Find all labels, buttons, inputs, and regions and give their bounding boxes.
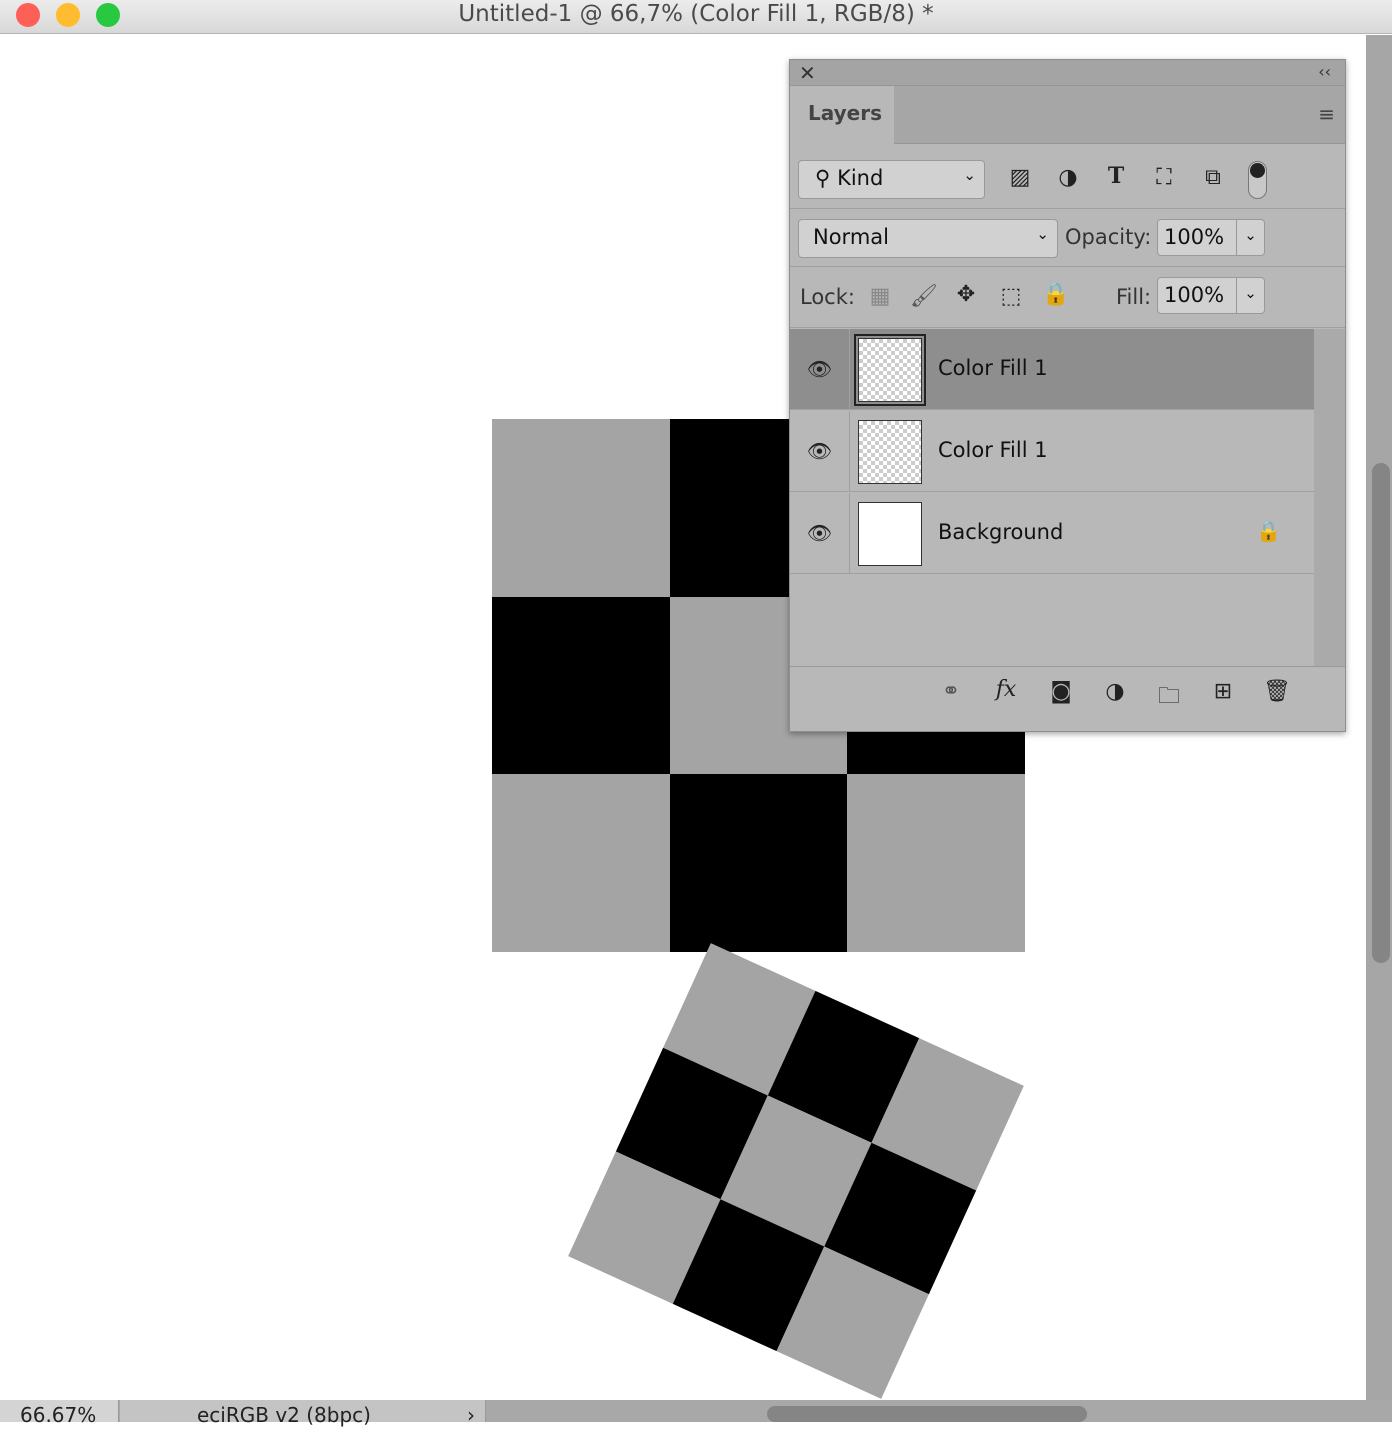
filter-toggle[interactable] [1248,161,1267,199]
double-chevron-left-icon[interactable]: ‹‹ [1318,62,1331,81]
layer-thumbnail [854,334,926,406]
lock-transparent-pixels-icon[interactable]: ▦ [866,284,894,309]
chevron-down-icon: ⌄ [1036,225,1049,243]
lock-label: Lock: [800,285,855,309]
eye-icon[interactable]: 👁 [790,411,850,491]
color-profile-label: eciRGB v2 (8bpc) [197,1403,371,1427]
layer-row[interactable]: 👁 Background 🔒 [790,493,1314,574]
shape-layer-filter-icon[interactable]: ⛶ [1150,165,1178,190]
pixel-layer-filter-icon[interactable]: ▨ [1006,165,1034,190]
filter-kind-label: Kind [837,166,884,190]
folder-icon[interactable]: 🗀 [1155,679,1183,717]
layers-scrollbar[interactable] [1314,329,1345,666]
search-icon: ⚲ [815,166,831,190]
window-title: Untitled-1 @ 66,7% (Color Fill 1, RGB/8)… [458,1,934,27]
lock-image-pixels-brush-icon[interactable]: 🖌 [910,284,938,309]
eye-icon[interactable]: 👁 [790,493,850,573]
color-profile[interactable]: eciRGB v2 (8bpc) › [120,1400,486,1427]
title-bar: Untitled-1 @ 66,7% (Color Fill 1, RGB/8)… [0,0,1392,34]
zoom-window-button[interactable] [96,3,120,27]
blend-mode-dropdown[interactable]: Normal ⌄ [798,219,1058,258]
chevron-down-icon: ⌄ [963,166,976,184]
adjustment-layer-filter-icon[interactable]: ◑ [1054,165,1082,190]
close-window-button[interactable] [16,3,40,27]
eye-icon[interactable]: 👁 [790,329,850,409]
fill-chevron-down-icon[interactable]: ⌄ [1236,278,1264,313]
opacity-field[interactable]: 100% ⌄ [1157,219,1265,256]
layer-thumbnail [858,502,922,566]
status-menu-arrow[interactable]: › [467,1400,475,1430]
lock-position-move-icon[interactable]: ✥ [952,282,980,307]
layer-name: Background [938,520,1064,544]
horizontal-scroll-thumb[interactable] [767,1406,1087,1422]
opacity-chevron-down-icon[interactable]: ⌄ [1236,220,1264,255]
hamburger-menu-icon[interactable]: ≡ [1318,102,1335,126]
smart-object-filter-icon[interactable]: ⧉ [1199,165,1227,190]
trash-icon[interactable]: 🗑 [1263,679,1291,704]
new-layer-icon[interactable]: ⊞ [1209,679,1237,704]
fx-icon[interactable]: fx [992,677,1020,702]
tab-layers[interactable]: Layers [790,86,894,144]
type-layer-filter-icon[interactable]: T [1102,163,1130,189]
filter-kind-dropdown[interactable]: ⚲ Kind ⌄ [798,160,985,199]
layer-name: Color Fill 1 [938,438,1048,462]
layer-row[interactable]: 👁 Color Fill 1 [790,329,1314,410]
fill-label: Fill: [1116,285,1152,309]
add-mask-icon[interactable]: ◙ [1047,679,1075,704]
opacity-label: Opacity: [1065,225,1152,249]
minimize-window-button[interactable] [56,3,80,27]
lock-all-icon[interactable]: 🔒 [1042,282,1070,307]
rotated-checkerboard-shape [568,943,1024,1399]
layer-thumbnail [858,420,922,484]
opacity-value: 100% [1164,225,1225,249]
status-bar: 66.67% eciRGB v2 (8bpc) › [0,1400,1392,1427]
blend-mode-value: Normal [813,225,889,249]
layer-row[interactable]: 👁 Color Fill 1 [790,411,1314,492]
close-icon[interactable]: ✕ [799,61,816,85]
layer-name: Color Fill 1 [938,356,1048,380]
zoom-level[interactable]: 66.67% [0,1400,119,1427]
lock-icon: 🔒 [1256,519,1281,543]
fill-field[interactable]: 100% ⌄ [1157,277,1265,314]
lock-artboard-icon[interactable]: ⬚ [997,284,1025,309]
adjustment-layer-icon[interactable]: ◑ [1101,679,1129,704]
link-layers-icon[interactable]: ⚭ [937,679,965,704]
fill-value: 100% [1164,283,1225,307]
vertical-scroll-thumb[interactable] [1372,463,1390,963]
vertical-scrollbar[interactable] [1366,35,1392,1400]
layers-panel: ✕ ‹‹ Layers ≡ ⚲ Kind ⌄ ▨ ◑ T ⛶ ⧉ Normal … [789,59,1346,732]
